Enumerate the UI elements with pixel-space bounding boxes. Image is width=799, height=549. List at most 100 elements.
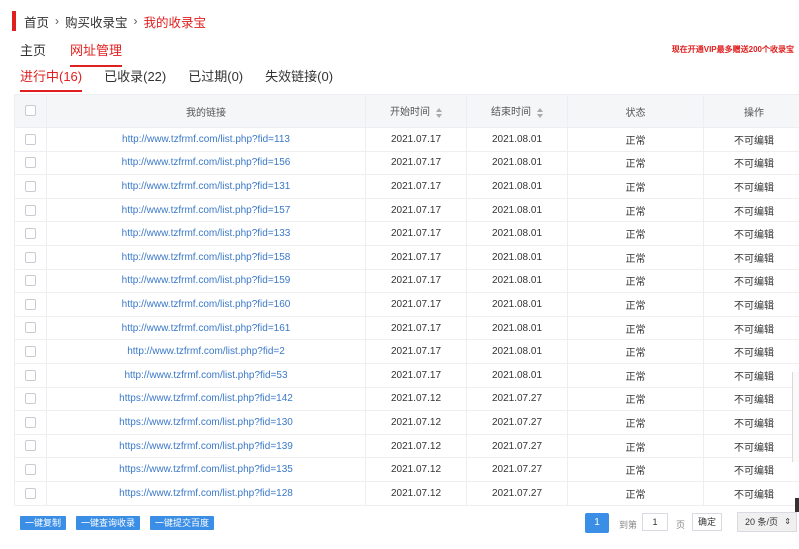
column-header-end[interactable]: 结束时间 [466, 94, 568, 128]
row-select-cell [14, 481, 47, 506]
table-row: http://www.tzfrmf.com/list.php?fid=113 20… [14, 127, 799, 152]
row-checkbox[interactable] [25, 228, 36, 240]
breadcrumb-home[interactable]: 首页 [24, 12, 49, 31]
select-all-checkbox[interactable] [25, 105, 36, 117]
row-checkbox[interactable] [25, 487, 36, 499]
row-link[interactable]: http://www.tzfrmf.com/list.php?fid=160 [46, 292, 366, 317]
row-checkbox[interactable] [25, 393, 36, 405]
column-header-start-label: 开始时间 [390, 107, 430, 119]
row-link[interactable]: http://www.tzfrmf.com/list.php?fid=161 [46, 316, 366, 341]
row-status: 正常 [567, 174, 704, 199]
row-link[interactable]: http://www.tzfrmf.com/list.php?fid=53 [46, 363, 366, 388]
links-table: 我的链接 开始时间 结束时间 状态 操作 http://www.tzfrmf.c… [14, 94, 799, 506]
row-link[interactable]: https://www.tzfrmf.com/list.php?fid=139 [46, 434, 366, 459]
row-end-date: 2021.08.01 [466, 292, 568, 317]
row-checkbox[interactable] [25, 322, 36, 334]
page-size-value: 20 条/页 [745, 517, 779, 527]
row-action: 不可编辑 [703, 339, 799, 364]
row-end-date: 2021.08.01 [466, 151, 568, 176]
row-link[interactable]: https://www.tzfrmf.com/list.php?fid=130 [46, 410, 366, 435]
select-arrows-icon: ⇕ [784, 517, 791, 526]
row-checkbox[interactable] [25, 157, 36, 169]
row-checkbox[interactable] [25, 369, 36, 381]
breadcrumb-buy[interactable]: 购买收录宝 [65, 12, 128, 31]
row-start-date: 2021.07.17 [365, 269, 467, 294]
row-checkbox[interactable] [25, 133, 36, 145]
table-header-row: 我的链接 开始时间 结束时间 状态 操作 [14, 94, 799, 128]
row-end-date: 2021.08.01 [466, 269, 568, 294]
row-action: 不可编辑 [703, 245, 799, 270]
sort-icon[interactable] [436, 107, 442, 119]
column-header-start[interactable]: 开始时间 [365, 94, 467, 128]
row-start-date: 2021.07.17 [365, 174, 467, 199]
table-row: https://www.tzfrmf.com/list.php?fid=130 2… [14, 410, 799, 435]
row-checkbox[interactable] [25, 251, 36, 263]
row-link[interactable]: http://www.tzfrmf.com/list.php?fid=2 [46, 339, 366, 364]
row-action: 不可编辑 [703, 481, 799, 506]
row-start-date: 2021.07.17 [365, 221, 467, 246]
row-link[interactable]: https://www.tzfrmf.com/list.php?fid=142 [46, 387, 366, 412]
row-link[interactable]: http://www.tzfrmf.com/list.php?fid=113 [46, 127, 366, 152]
row-link[interactable]: http://www.tzfrmf.com/list.php?fid=131 [46, 174, 366, 199]
row-checkbox[interactable] [25, 180, 36, 192]
sort-icon[interactable] [537, 107, 543, 119]
table-row: http://www.tzfrmf.com/list.php?fid=161 20… [14, 316, 799, 341]
row-checkbox[interactable] [25, 204, 36, 216]
row-checkbox[interactable] [25, 275, 36, 287]
row-checkbox[interactable] [25, 440, 36, 452]
row-checkbox[interactable] [25, 464, 36, 476]
table-row: http://www.tzfrmf.com/list.php?fid=2 2021… [14, 339, 799, 364]
row-action: 不可编辑 [703, 127, 799, 152]
copy-all-button[interactable]: 一键复制 [20, 516, 67, 530]
tab-indexed[interactable]: 已收录(22) [104, 66, 166, 92]
breadcrumb-current: 我的收录宝 [143, 15, 207, 30]
row-action: 不可编辑 [703, 174, 799, 199]
row-link[interactable]: http://www.tzfrmf.com/list.php?fid=157 [46, 198, 366, 223]
row-checkbox[interactable] [25, 416, 36, 428]
row-link[interactable]: http://www.tzfrmf.com/list.php?fid=133 [46, 221, 366, 246]
row-status: 正常 [567, 292, 704, 317]
row-end-date: 2021.08.01 [466, 339, 568, 364]
row-start-date: 2021.07.12 [365, 481, 467, 506]
row-checkbox[interactable] [25, 346, 36, 358]
row-checkbox[interactable] [25, 298, 36, 310]
row-link[interactable]: https://www.tzfrmf.com/list.php?fid=128 [46, 481, 366, 506]
query-index-button[interactable]: 一键查询收录 [76, 516, 141, 530]
row-status: 正常 [567, 245, 704, 270]
row-status: 正常 [567, 434, 704, 459]
goto-label: 到第 [619, 520, 638, 530]
row-select-cell [14, 245, 47, 270]
row-end-date: 2021.07.27 [466, 410, 568, 435]
row-select-cell [14, 151, 47, 176]
row-action: 不可编辑 [703, 316, 799, 341]
row-select-cell [14, 387, 47, 412]
table-row: https://www.tzfrmf.com/list.php?fid=128 2… [14, 481, 799, 506]
breadcrumb-separator-icon: › [133, 14, 138, 28]
table-body: http://www.tzfrmf.com/list.php?fid=113 20… [14, 127, 799, 506]
tab-expired[interactable]: 已过期(0) [188, 66, 243, 92]
tab-invalid-links[interactable]: 失效链接(0) [265, 66, 333, 92]
select-all-cell [14, 94, 47, 128]
row-status: 正常 [567, 387, 704, 412]
row-link[interactable]: http://www.tzfrmf.com/list.php?fid=159 [46, 269, 366, 294]
tab-in-progress[interactable]: 进行中(16) [20, 66, 83, 92]
goto-page-input[interactable]: 1 [642, 513, 668, 531]
row-start-date: 2021.07.17 [365, 339, 467, 364]
top-tabs: 主页 网址管理 [20, 40, 146, 67]
column-header-end-label: 结束时间 [491, 107, 531, 119]
row-status: 正常 [567, 127, 704, 152]
page-button-current[interactable]: 1 [585, 513, 609, 533]
row-link[interactable]: https://www.tzfrmf.com/list.php?fid=135 [46, 457, 366, 482]
vip-promo-text[interactable]: 现在开通VIP最多赠送200个收录宝 [672, 44, 794, 55]
submit-baidu-button[interactable]: 一键提交百度 [150, 516, 215, 530]
row-action: 不可编辑 [703, 198, 799, 223]
page-size-select[interactable]: 20 条/页 ⇕ [737, 512, 797, 532]
row-link[interactable]: http://www.tzfrmf.com/list.php?fid=158 [46, 245, 366, 270]
row-link[interactable]: http://www.tzfrmf.com/list.php?fid=156 [46, 151, 366, 176]
row-select-cell [14, 292, 47, 317]
tab-home[interactable]: 主页 [20, 40, 46, 67]
goto-confirm-button[interactable]: 确定 [692, 513, 722, 531]
status-tabs: 进行中(16) 已收录(22) 已过期(0) 失效链接(0) [20, 66, 355, 92]
row-select-cell [14, 410, 47, 435]
tab-url-management[interactable]: 网址管理 [70, 40, 123, 67]
